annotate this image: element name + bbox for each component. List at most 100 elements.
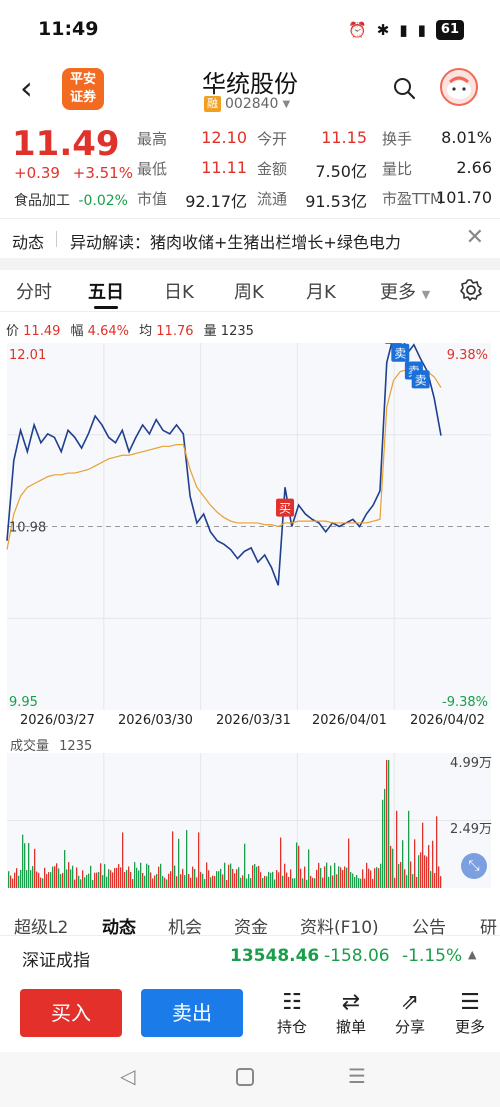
x-tick-label: 2026/04/01: [312, 713, 387, 728]
volume-bar: [428, 845, 430, 888]
tab-super-l2[interactable]: 超级L2: [14, 913, 68, 935]
share-label: 分享: [394, 1018, 425, 1036]
volume-bar: [130, 872, 132, 888]
volume-bar: [354, 877, 356, 888]
quote-label: 市值: [137, 190, 168, 208]
avatar[interactable]: [440, 68, 478, 106]
volume-bar: [148, 865, 150, 888]
withdraw-button[interactable]: ⇄ 撤单: [326, 990, 376, 1037]
news-separator: [56, 231, 57, 247]
tab-announcements[interactable]: 公告: [412, 913, 446, 935]
position-button[interactable]: ☷ 持仓: [267, 990, 317, 1037]
tab-f10[interactable]: 资料(F10): [300, 913, 379, 935]
volume-bar: [360, 878, 362, 888]
volume-bar: [230, 863, 232, 888]
index-name: 深证成指: [22, 951, 90, 971]
volume-bar: [40, 877, 42, 888]
volume-bar: [64, 850, 66, 888]
buy-button[interactable]: 买入: [20, 989, 122, 1037]
volume-bar: [270, 872, 272, 888]
tab-five-day[interactable]: 五日: [88, 278, 124, 304]
index-value: 13548.46: [230, 946, 320, 966]
volume-bar: [212, 875, 214, 888]
volume-bar: [298, 845, 300, 888]
volume-bar: [152, 878, 154, 888]
volume-bar: [208, 870, 210, 888]
sell-button[interactable]: 卖出: [141, 989, 243, 1037]
volume-bar: [156, 874, 158, 888]
volume-bar: [242, 875, 244, 888]
news-bar[interactable]: 动态 异动解读：猪肉收储+生猪出栏增长+绿色电力 ✕: [0, 218, 500, 258]
volume-bar: [286, 872, 288, 888]
price-chart[interactable]: 买卖卖卖卖 12.01 9.95 9.38% -9.38% 10.98: [0, 343, 500, 710]
share-button[interactable]: ⇗ 分享: [385, 990, 435, 1037]
search-icon[interactable]: [392, 76, 416, 100]
trade-marker[interactable]: 买: [276, 498, 295, 517]
tab-research[interactable]: 研: [480, 913, 497, 935]
volume-bar: [78, 875, 80, 888]
close-icon[interactable]: ✕: [466, 225, 484, 250]
home-nav-icon[interactable]: [236, 1068, 254, 1086]
volume-bar: [256, 866, 258, 888]
volume-bar: [186, 830, 188, 888]
tab-news[interactable]: 动态: [102, 913, 136, 935]
tab-intraday[interactable]: 分时: [16, 278, 52, 304]
4g-signal-icon: ▮: [417, 21, 426, 39]
recents-nav-icon[interactable]: ☰: [348, 1064, 366, 1088]
volume-bar: [316, 869, 318, 888]
tab-opportunity[interactable]: 机会: [168, 913, 202, 935]
back-nav-icon[interactable]: ◁: [120, 1064, 135, 1088]
volume-bar: [162, 875, 164, 888]
gear-icon[interactable]: [459, 278, 483, 302]
quote-label: 量比: [382, 160, 413, 178]
trade-marker[interactable]: 卖: [411, 370, 430, 389]
volume-bar: [116, 867, 118, 888]
tab-monthly-k[interactable]: 月K: [306, 278, 336, 304]
x-tick-label: 2026/03/30: [118, 713, 193, 728]
volume-bar: [104, 864, 106, 888]
info-avg: 11.76: [156, 324, 194, 339]
volume-bar: [42, 878, 44, 888]
volume-bar: [262, 878, 264, 888]
volume-bar: [370, 870, 372, 888]
price-change: +0.39 +3.51%: [14, 164, 133, 182]
tab-funds[interactable]: 资金: [234, 913, 268, 935]
more-label: 更多: [454, 1018, 485, 1036]
volume-bar: [178, 838, 180, 888]
volume-bar: [326, 862, 328, 888]
volume-bar: [206, 862, 208, 888]
tab-weekly-k[interactable]: 周K: [234, 278, 264, 304]
volume-bar: [184, 875, 186, 888]
volume-label: 成交量: [10, 739, 50, 754]
volume-bar: [14, 872, 16, 888]
volume-bar: [254, 863, 256, 888]
stock-code-line[interactable]: 融 002840 ▼: [204, 96, 290, 112]
volume-bar: [240, 877, 242, 888]
caret-up-icon[interactable]: ▲: [468, 948, 476, 961]
trade-marker-label: 卖: [394, 347, 406, 361]
x-tick-label: 2026/03/27: [20, 713, 95, 728]
volume-bar: [176, 876, 178, 888]
volume-bar: [258, 865, 260, 888]
volume-bar: [24, 843, 26, 888]
signal-icon: ▮: [399, 21, 408, 39]
sector-line[interactable]: 食品加工 -0.02%: [14, 190, 128, 210]
expand-chart-icon[interactable]: ⤡: [461, 853, 487, 879]
volume-bar: [168, 873, 170, 888]
volume-chart[interactable]: 4.99万 2.49万: [0, 753, 500, 888]
chart-period-tabs: 分时 五日 日K 周K 月K 更多 ▼: [0, 272, 500, 312]
tab-daily-k[interactable]: 日K: [164, 278, 194, 304]
trade-marker[interactable]: 卖: [391, 343, 410, 362]
volume-bar: [28, 843, 30, 888]
index-ticker-bar[interactable]: 深证成指 13548.46 -158.06 -1.15% ▲: [0, 935, 500, 979]
volume-bar: [232, 868, 234, 888]
change-percent: +3.51%: [72, 164, 133, 182]
more-button[interactable]: ☰ 更多: [445, 990, 495, 1037]
tab-more[interactable]: 更多 ▼: [380, 278, 430, 304]
quote-value: 11.11: [201, 158, 247, 177]
quote-label: 换手: [382, 130, 413, 148]
stock-code: 002840: [225, 96, 279, 112]
quote-value: 12.10: [201, 128, 247, 147]
volume-bar: [210, 877, 212, 888]
volume-bar: [366, 862, 368, 888]
